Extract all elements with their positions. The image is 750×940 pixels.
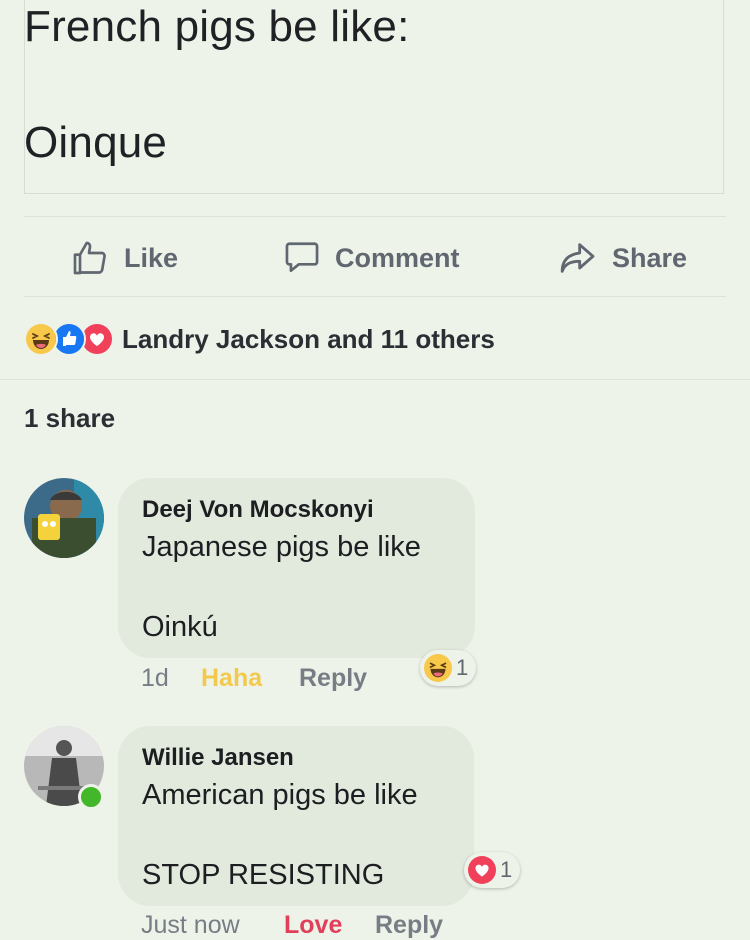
comment-text-line-1: American pigs be like: [142, 779, 418, 811]
share-label: Share: [612, 242, 688, 273]
share-arrow-icon: [560, 243, 595, 273]
comment-text-line-2: STOP RESISTING: [142, 859, 385, 891]
thumbs-up-icon: [73, 241, 106, 275]
divider: [0, 379, 750, 380]
comment-text-line-2: Oinkú: [142, 611, 218, 643]
reactions-summary[interactable]: Landry Jackson and 11 others: [24, 319, 495, 359]
share-count[interactable]: 1 share: [24, 403, 115, 434]
comment-author[interactable]: Willie Jansen: [142, 744, 294, 772]
online-status-indicator: [78, 784, 104, 810]
comment-text-line-1: Japanese pigs be like: [142, 531, 421, 563]
share-button[interactable]: Share: [558, 236, 687, 280]
avatar[interactable]: [24, 478, 104, 558]
comment-reaction-badge[interactable]: 1: [464, 852, 521, 888]
haha-icon: [24, 322, 58, 356]
love-icon: [468, 856, 496, 884]
comment-label: Comment: [335, 242, 460, 273]
post-text-line-2: Oinque: [24, 118, 168, 167]
reaction-count: 1: [500, 857, 513, 882]
comment-button[interactable]: Comment: [283, 236, 460, 280]
reactors-summary-text[interactable]: Landry Jackson and 11 others: [122, 324, 495, 355]
like-button[interactable]: Like: [70, 236, 178, 280]
like-label: Like: [124, 242, 179, 273]
post-text-line-1: French pigs be like:: [24, 2, 410, 51]
haha-icon: [424, 654, 452, 682]
divider: [24, 216, 726, 217]
comment-author[interactable]: Deej Von Mocskonyi: [142, 496, 374, 524]
reply-button[interactable]: Reply: [299, 664, 367, 693]
reaction-count: 1: [456, 655, 469, 680]
comment-reaction-button[interactable]: Haha: [201, 664, 262, 693]
comment-timestamp[interactable]: 1d: [141, 664, 169, 693]
comment-bubble: Willie Jansen American pigs be like STOP…: [118, 726, 474, 906]
comment-bubble: Deej Von Mocskonyi Japanese pigs be like…: [118, 478, 475, 658]
comment-reaction-badge[interactable]: 1: [420, 650, 477, 686]
divider: [24, 296, 726, 297]
comment-icon: [285, 242, 319, 273]
